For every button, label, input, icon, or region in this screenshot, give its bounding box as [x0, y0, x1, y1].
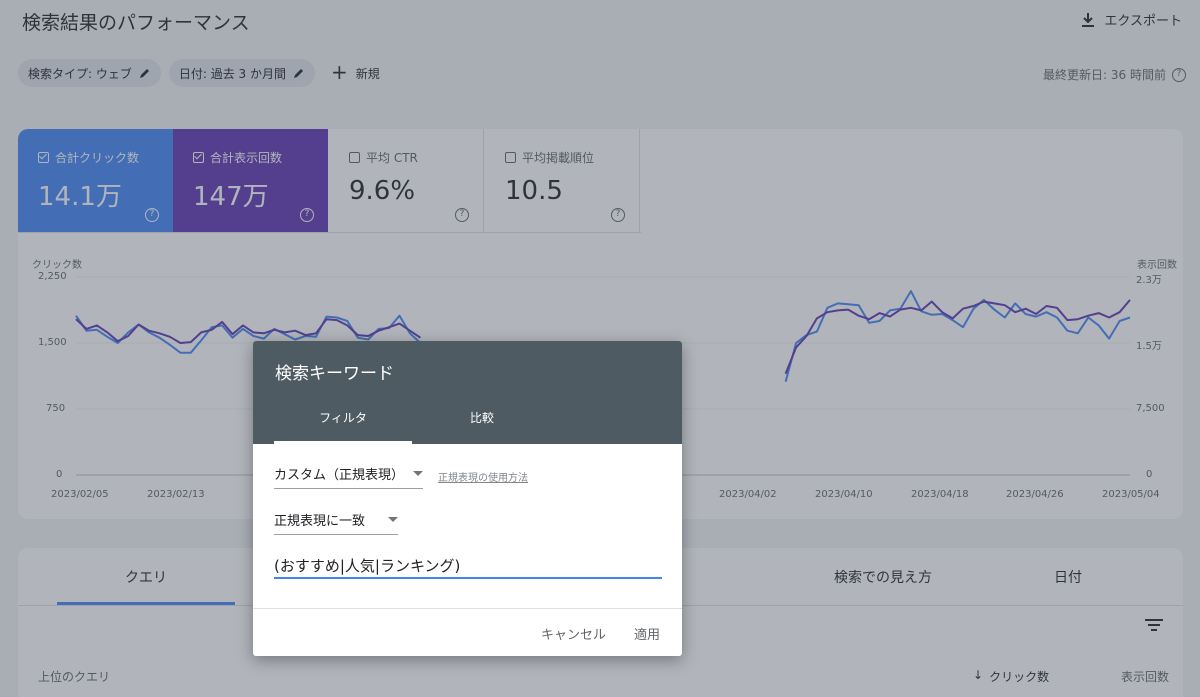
match-type-select[interactable]: 正規表現に一致: [274, 505, 398, 535]
match-type-value: 正規表現に一致: [274, 514, 366, 529]
search-keyword-dialog: 検索キーワード フィルタ 比較 カスタム（正規表現） 正規表現の使用方法 正規表…: [253, 341, 682, 656]
cancel-button[interactable]: キャンセル: [541, 624, 606, 643]
divider: [253, 608, 682, 609]
tab-filter[interactable]: フィルタ: [274, 409, 412, 444]
dropdown-arrow-icon: [413, 471, 423, 476]
apply-button[interactable]: 適用: [634, 624, 660, 643]
dropdown-arrow-icon: [388, 517, 398, 522]
dialog-title: 検索キーワード: [275, 364, 394, 384]
dialog-header: 検索キーワード フィルタ 比較: [253, 341, 682, 444]
performance-page: 検索結果のパフォーマンス エクスポート 検索タイプ: ウェブ 日付: 過去 3 …: [0, 0, 1200, 697]
regex-help-link[interactable]: 正規表現の使用方法: [438, 469, 528, 484]
tab-compare[interactable]: 比較: [413, 409, 551, 444]
filter-type-value: カスタム（正規表現）: [274, 468, 405, 483]
filter-type-select[interactable]: カスタム（正規表現）: [274, 459, 423, 489]
regex-input[interactable]: [274, 553, 662, 579]
